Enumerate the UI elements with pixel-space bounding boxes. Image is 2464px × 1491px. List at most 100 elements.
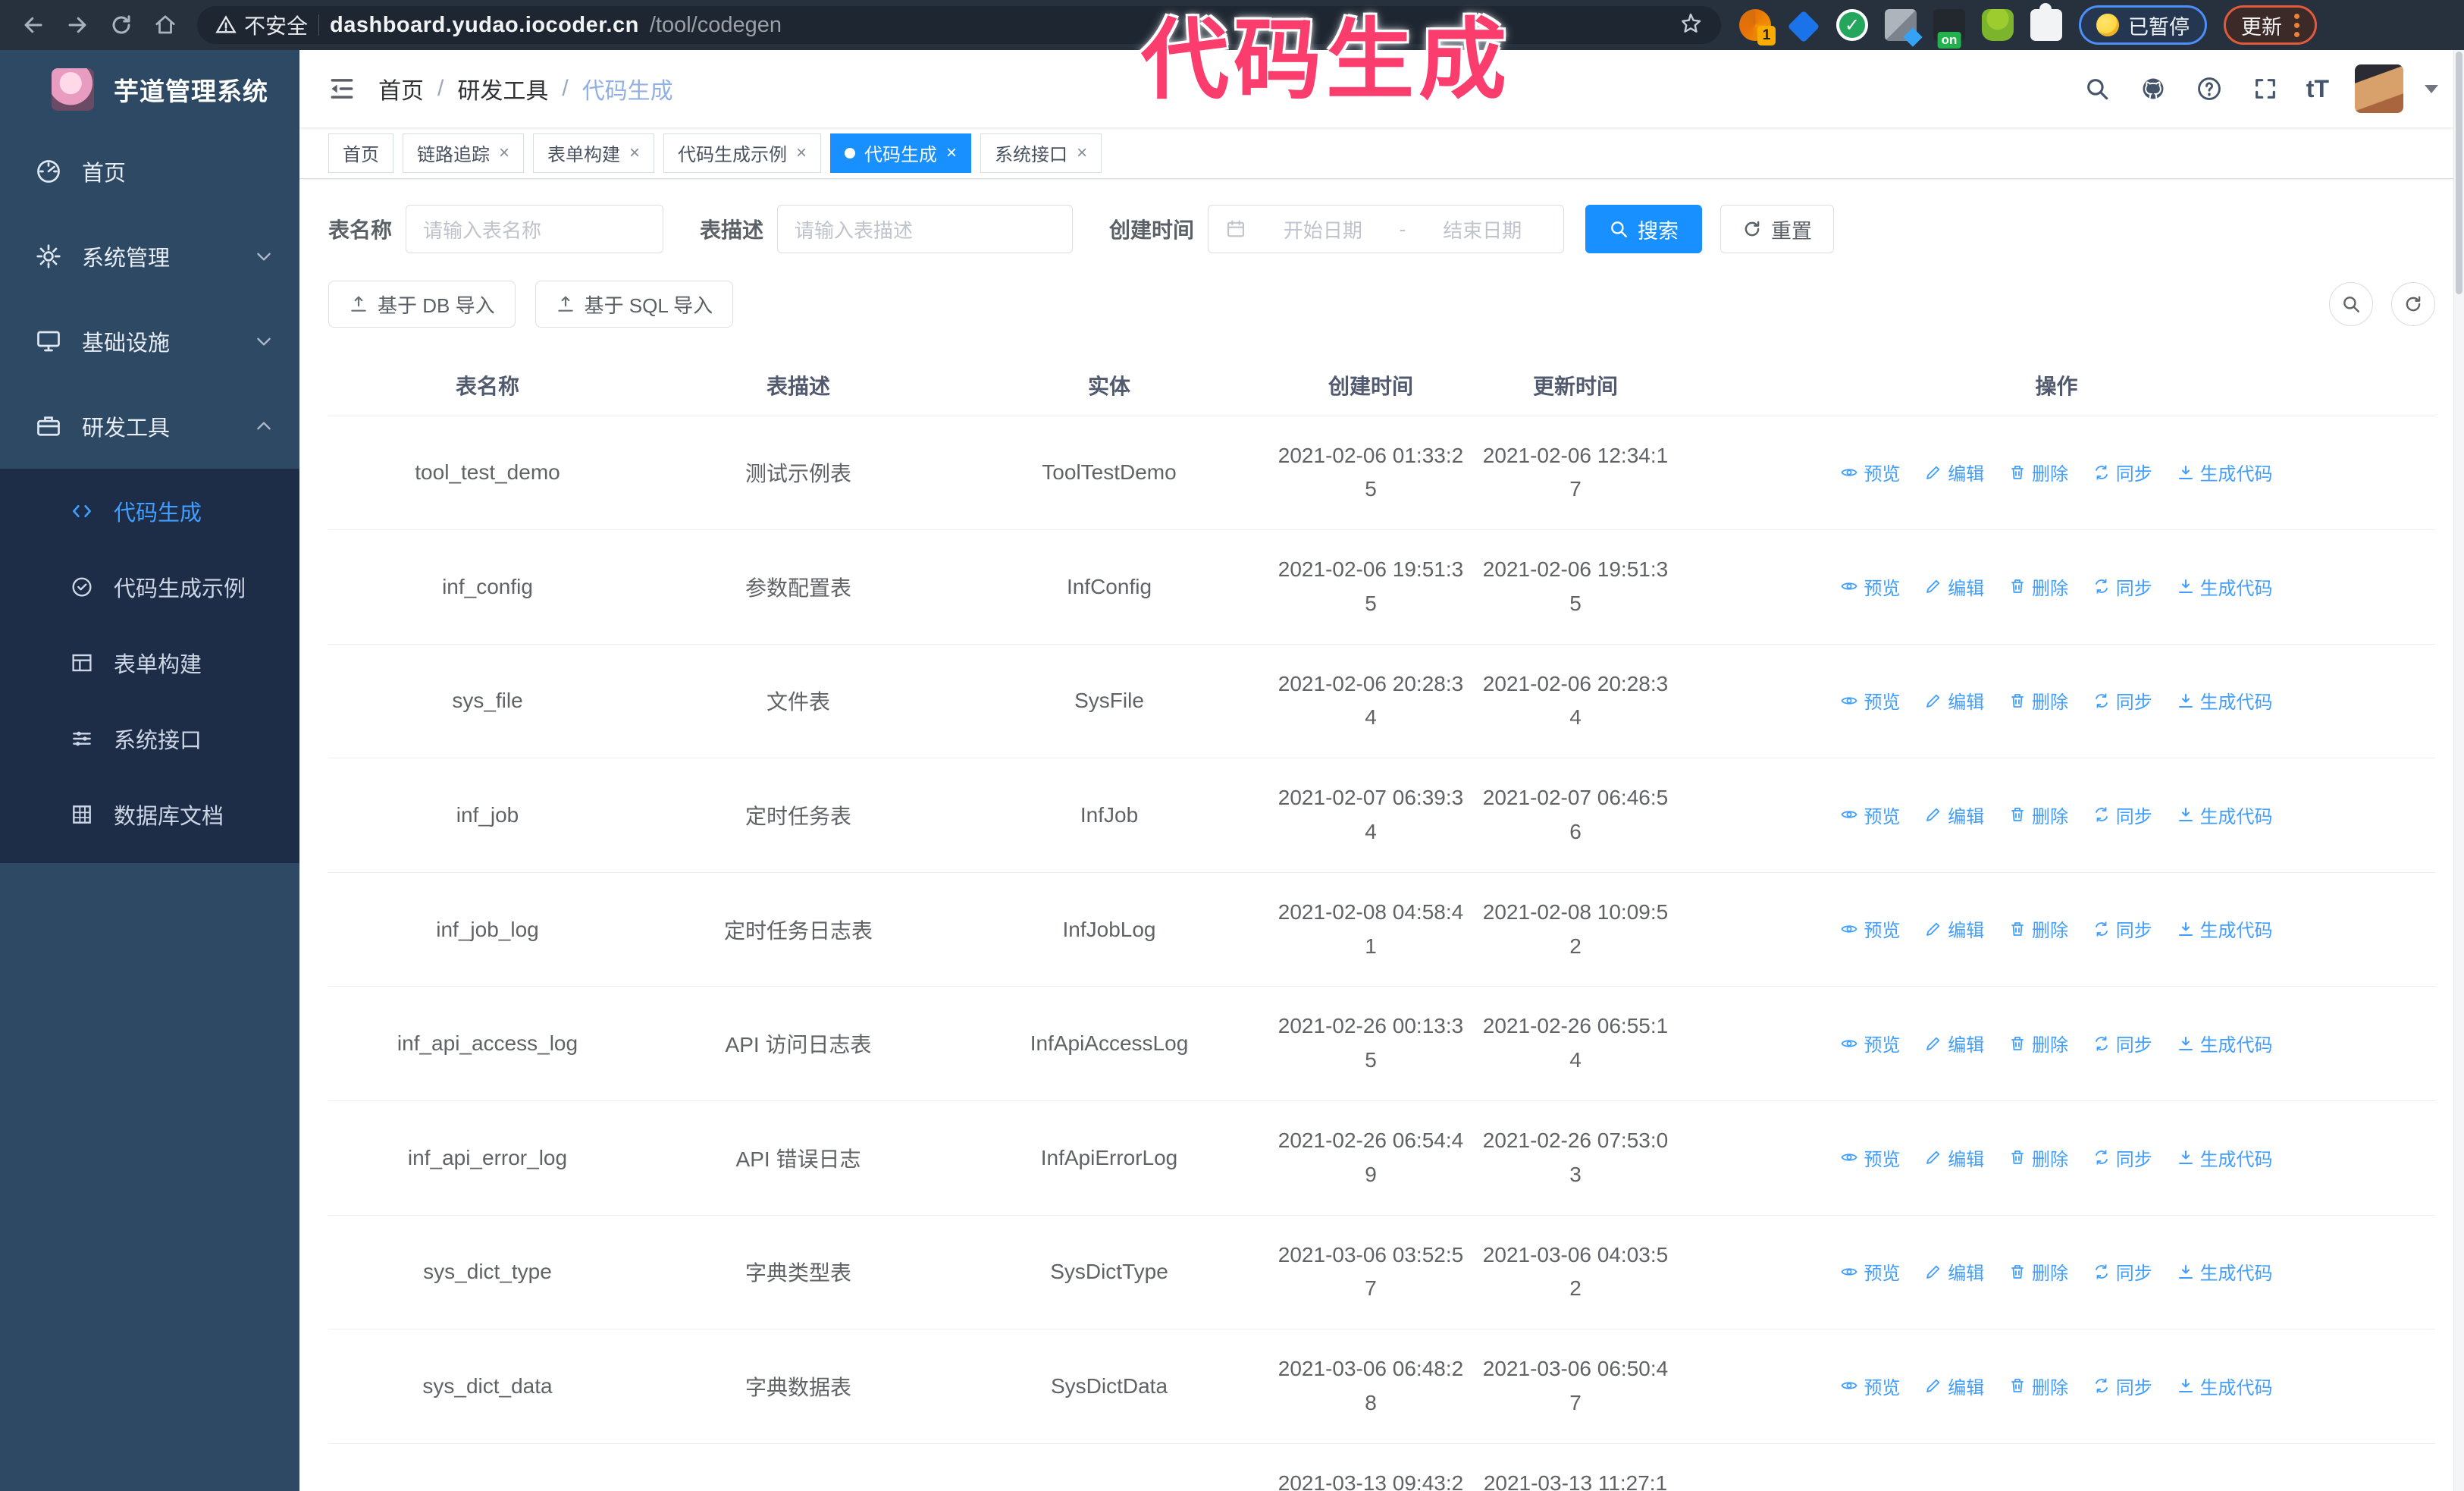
font-size-icon[interactable]: tT [2306, 75, 2329, 103]
generate-code-link[interactable]: 生成代码 [2177, 459, 2273, 485]
sync-link[interactable]: 同步 [2093, 687, 2152, 714]
edit-link[interactable]: 编辑 [1924, 687, 1984, 714]
tab-tracing[interactable]: 链路追踪 × [403, 133, 525, 173]
search-icon[interactable] [2082, 74, 2112, 104]
preview-link[interactable]: 预览 [1840, 1030, 1900, 1056]
preview-link[interactable]: 预览 [1840, 802, 1900, 828]
browser-back-button[interactable] [17, 8, 50, 42]
delete-link[interactable]: 删除 [2008, 687, 2068, 714]
avatar-caret-icon[interactable] [2425, 84, 2438, 93]
table-name-input[interactable]: 请输入表名称 [406, 205, 664, 253]
preview-link[interactable]: 预览 [1840, 1144, 1900, 1171]
extension-icon-green[interactable] [1982, 9, 2014, 41]
sidebar-item-db-doc[interactable]: 数据库文档 [0, 777, 299, 852]
close-icon[interactable]: × [629, 143, 640, 162]
generate-code-link[interactable]: 生成代码 [2177, 1258, 2273, 1285]
tab-system-api[interactable]: 系统接口 × [980, 133, 1102, 173]
delete-link[interactable]: 删除 [2008, 459, 2068, 485]
sync-link[interactable]: 同步 [2093, 459, 2152, 485]
paused-extension-pill[interactable]: 已暂停 [2079, 5, 2207, 45]
import-sql-button[interactable]: 基于 SQL 导入 [534, 281, 734, 328]
preview-link[interactable]: 预览 [1840, 915, 1900, 942]
browser-reload-button[interactable] [105, 8, 138, 42]
sync-link[interactable]: 同步 [2093, 1486, 2152, 1491]
search-button[interactable]: 搜索 [1585, 205, 1703, 253]
sidebar-item-system-api[interactable]: 系统接口 [0, 701, 299, 777]
preview-link[interactable]: 预览 [1840, 1373, 1900, 1399]
date-range-picker[interactable]: 开始日期 - 结束日期 [1208, 205, 1565, 253]
kebab-menu-icon[interactable] [2294, 13, 2299, 37]
close-icon[interactable]: × [499, 143, 509, 162]
end-date-placeholder[interactable]: 结束日期 [1418, 215, 1547, 243]
sync-link[interactable]: 同步 [2093, 573, 2152, 600]
edit-link[interactable]: 编辑 [1924, 1486, 1984, 1491]
sidebar-item-system[interactable]: 系统管理 [0, 214, 299, 299]
extension-icon-dark[interactable]: on [1933, 9, 1965, 49]
scrollbar-thumb[interactable] [2456, 52, 2462, 294]
sidebar-item-codegen[interactable]: 代码生成 [0, 473, 299, 549]
close-icon[interactable]: × [796, 143, 807, 162]
edit-link[interactable]: 编辑 [1924, 802, 1984, 828]
sidebar-fold-icon[interactable] [325, 72, 359, 105]
tab-codegen-demo[interactable]: 代码生成示例 × [663, 133, 822, 173]
preview-link[interactable]: 预览 [1840, 1258, 1900, 1285]
close-icon[interactable]: × [1077, 143, 1087, 162]
generate-code-link[interactable]: 生成代码 [2177, 687, 2273, 714]
delete-link[interactable]: 删除 [2008, 1030, 2068, 1056]
sync-link[interactable]: 同步 [2093, 1258, 2152, 1285]
sidebar-item-infra[interactable]: 基础设施 [0, 299, 299, 384]
address-bar[interactable]: 不安全 dashboard.yudao.iocoder.cn/tool/code… [197, 6, 1721, 44]
preview-link[interactable]: 预览 [1840, 687, 1900, 714]
edit-link[interactable]: 编辑 [1924, 573, 1984, 600]
edit-link[interactable]: 编辑 [1924, 915, 1984, 942]
sync-link[interactable]: 同步 [2093, 1373, 2152, 1399]
delete-link[interactable]: 删除 [2008, 802, 2068, 828]
start-date-placeholder[interactable]: 开始日期 [1259, 215, 1387, 243]
app-logo[interactable]: 芋道管理系统 [0, 50, 299, 129]
import-db-button[interactable]: 基于 DB 导入 [328, 281, 516, 328]
delete-link[interactable]: 删除 [2008, 1373, 2068, 1399]
browser-home-button[interactable] [149, 8, 182, 42]
generate-code-link[interactable]: 生成代码 [2177, 1486, 2273, 1491]
generate-code-link[interactable]: 生成代码 [2177, 915, 2273, 942]
delete-link[interactable]: 删除 [2008, 1144, 2068, 1171]
sync-link[interactable]: 同步 [2093, 1144, 2152, 1171]
refresh-table-button[interactable] [2391, 282, 2435, 326]
table-desc-input[interactable]: 请输入表描述 [777, 205, 1074, 253]
sidebar-item-codegen-demo[interactable]: 代码生成示例 [0, 549, 299, 625]
sync-link[interactable]: 同步 [2093, 802, 2152, 828]
github-icon[interactable] [2138, 74, 2168, 104]
show-search-toggle-button[interactable] [2329, 282, 2373, 326]
reset-button[interactable]: 重置 [1720, 205, 1835, 253]
fullscreen-icon[interactable] [2250, 74, 2281, 104]
edit-link[interactable]: 编辑 [1924, 1144, 1984, 1171]
delete-link[interactable]: 删除 [2008, 1486, 2068, 1491]
extension-icon-check[interactable]: ✓ [1836, 9, 1868, 41]
browser-forward-button[interactable] [61, 8, 94, 42]
delete-link[interactable]: 删除 [2008, 573, 2068, 600]
preview-link[interactable]: 预览 [1840, 1486, 1900, 1491]
generate-code-link[interactable]: 生成代码 [2177, 1030, 2273, 1056]
edit-link[interactable]: 编辑 [1924, 459, 1984, 485]
tab-codegen[interactable]: 代码生成 × [830, 133, 972, 173]
edit-link[interactable]: 编辑 [1924, 1373, 1984, 1399]
user-avatar[interactable] [2355, 64, 2403, 113]
tab-form-builder[interactable]: 表单构建 × [533, 133, 655, 173]
generate-code-link[interactable]: 生成代码 [2177, 1373, 2273, 1399]
extension-icon-gem[interactable] [1787, 10, 1820, 43]
preview-link[interactable]: 预览 [1840, 573, 1900, 600]
extensions-puzzle-icon[interactable] [2030, 3, 2062, 41]
edit-link[interactable]: 编辑 [1924, 1258, 1984, 1285]
browser-update-button[interactable]: 更新 [2224, 5, 2317, 45]
sidebar-item-form-builder[interactable]: 表单构建 [0, 625, 299, 701]
delete-link[interactable]: 删除 [2008, 1258, 2068, 1285]
sync-link[interactable]: 同步 [2093, 915, 2152, 942]
sync-link[interactable]: 同步 [2093, 1030, 2152, 1056]
close-icon[interactable]: × [946, 143, 957, 162]
breadcrumb-devtools[interactable]: 研发工具 [457, 72, 548, 105]
extension-icon-orange[interactable]: 1 [1739, 9, 1776, 46]
sidebar-item-home[interactable]: 首页 [0, 129, 299, 214]
tab-home[interactable]: 首页 [328, 133, 393, 173]
generate-code-link[interactable]: 生成代码 [2177, 1144, 2273, 1171]
preview-link[interactable]: 预览 [1840, 459, 1900, 485]
